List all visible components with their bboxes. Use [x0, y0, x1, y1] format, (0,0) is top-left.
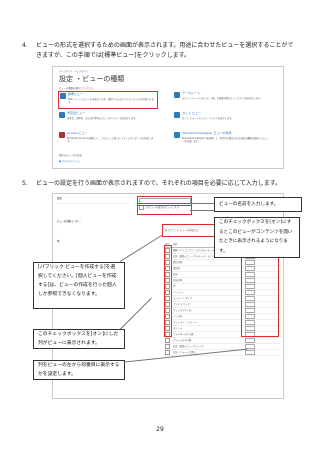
column-name: 更新者 [173, 267, 180, 270]
tile-title: データシート [182, 91, 201, 95]
existing-view-label: 既存のビューから作成 [59, 154, 82, 157]
name-connector [190, 203, 214, 204]
column-visible-checkbox[interactable] [165, 344, 170, 349]
column-name: 名前 [173, 273, 178, 276]
page-title: 設定 ・ビューの種類 [59, 75, 125, 83]
step-5-text: ビューの設定を行う画面が表示されますので、それぞれの項目を必要に応じて入力します… [36, 180, 282, 187]
step-4-number: 4. [22, 42, 28, 49]
tile-desc: 日単位、週単位、または月単位のカレンダーでデータを表示します。 [67, 117, 138, 120]
standard-view-tile[interactable]: 標準ビュー Web ページ上にデータを表示します。選択できるスタイルのリストから… [58, 91, 158, 109]
tile-title: ガント ビュー [182, 111, 201, 115]
tile-desc: Microsoft Access を起動して、このビューに基づくフォームやレポー… [67, 137, 154, 143]
position-column-highlight [241, 245, 279, 337]
public-highlight [162, 224, 216, 237]
step-4-text: ビューの形式を選択するための画面が表示されます。用途に合わせたビューを選択するこ… [36, 42, 294, 59]
name-section-label: 名前 [57, 197, 62, 200]
checkbox-column-highlight [164, 245, 172, 337]
page-subtitle: ビューの種類を選択してください [59, 87, 94, 90]
datasheet-view-tile[interactable]: データシート スプレッドシートのように一括して編集可能なビューでデータを表示しま… [173, 91, 271, 107]
gantt-view-icon [174, 112, 180, 118]
step-5-number: 5. [22, 180, 28, 187]
page-number: 29 [156, 426, 164, 433]
default-connector [190, 210, 214, 211]
breadcrumb[interactable]: チームサイト ▸ このサイト [59, 70, 88, 73]
tile-desc: スプレッドシートのように一括して編集可能なビューでデータを表示します。 [182, 97, 262, 100]
column-name: バージョン [173, 291, 185, 294]
tile-title: SharePoint Designer ビューの作成 [182, 131, 232, 135]
access-view-icon [59, 132, 65, 138]
tile-title: 標準ビュー [68, 92, 84, 96]
column-name: コンテンツ タイプ [173, 297, 193, 300]
datasheet-view-icon [174, 92, 180, 98]
column-name: ID [173, 285, 176, 288]
column-name: ソース名 [173, 315, 183, 318]
column-name: ファイル サイズ [173, 303, 190, 306]
tile-title: 予定表ビュー [67, 111, 86, 115]
column-name: 名前（編集メニューでリンク） [173, 345, 206, 348]
access-view-tile[interactable]: Access ビュー Microsoft Access を起動して、このビューに… [58, 131, 156, 147]
standard-view-icon [60, 93, 66, 99]
column-name: タイトル [173, 327, 183, 330]
position-select[interactable] [245, 349, 255, 355]
column-name: 作成日時 [173, 279, 183, 282]
gantt-view-tile[interactable]: ガント ビュー ガント チャートでリスト アイテムを表示します。 [173, 111, 271, 127]
existing-view-link[interactable]: ● すべてのアイテム [59, 160, 80, 163]
description-line [57, 203, 127, 204]
callout-default-view: このチェックボックスを[オン]にするとこのビューがコンテンツを開いたときに表示さ… [214, 217, 300, 258]
audience-section-label: ビューの対象ユーザー： [57, 220, 83, 223]
tile-desc: ガント チャートでリスト アイテムを表示します。 [182, 117, 234, 120]
column-visible-checkbox[interactable] [165, 338, 170, 343]
designer-view-tile[interactable]: SharePoint Designer ビューの作成 SharePoint De… [173, 131, 271, 147]
callout-order: 列をビューの左から何番目に表示するかを設定します。 [33, 360, 125, 380]
column-name: チェックイン コメント [173, 321, 197, 324]
callout-name: ビューの名前を入力します。 [214, 197, 302, 212]
callout-public-view: [パブリック ビューを作成する]を選択してください。[個人ビューを作成する]は、… [33, 262, 125, 309]
columns-section-label: 列 [57, 240, 60, 243]
default-highlight [137, 203, 192, 215]
view-type-screenshot: チームサイト ▸ このサイト 設定 ・ビューの種類 ビューの種類を選択してくださ… [52, 66, 284, 169]
calendar-view-tile[interactable]: 予定表ビュー 日単位、週単位、または月単位のカレンダーでデータを表示します。 [58, 111, 156, 127]
column-name: 更新日時 [173, 261, 183, 264]
column-name: チェックアウト先 [173, 309, 192, 312]
tile-desc: Web ページ上にデータを表示します。選択できるスタイルのリストから作成できます… [68, 98, 154, 104]
callout-columns-checkbox: このチェックボックスを[オン]にした列がビューに表示されます。 [33, 329, 125, 349]
tile-title: Access ビュー [67, 131, 88, 135]
column-visible-checkbox[interactable] [165, 350, 170, 355]
sharepoint-designer-icon [174, 132, 180, 138]
position-select[interactable] [245, 337, 255, 343]
calendar-view-icon [59, 112, 65, 118]
column-name: アイテムの子の数 [173, 339, 192, 342]
column-name: フォルダーの子の数 [173, 333, 194, 336]
tile-desc: SharePoint Designer を起動して、条件付き書式などの高度な機能… [182, 137, 268, 143]
